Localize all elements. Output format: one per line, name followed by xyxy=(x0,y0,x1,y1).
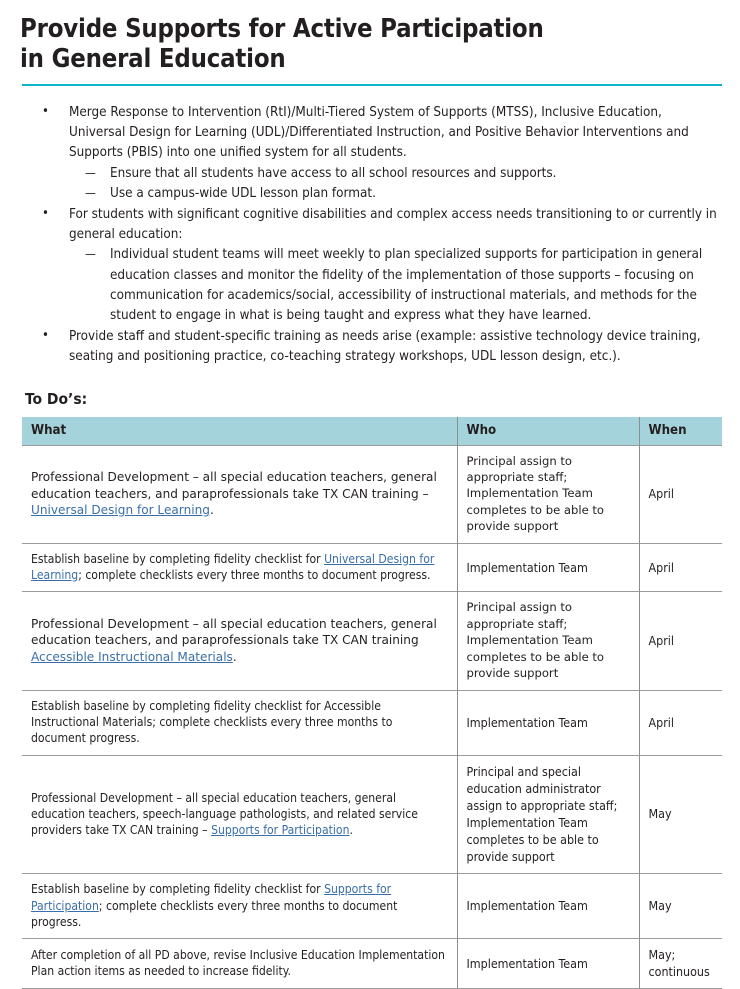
resource-link[interactable]: Supports for Participation xyxy=(31,882,391,912)
cell-what: Establish baseline by completing fidelit… xyxy=(22,542,458,592)
cell-what: Professional Development – all special e… xyxy=(22,591,458,691)
resource-link[interactable]: Supports for Participation xyxy=(211,823,349,837)
cell-who: Principal assign to appropriate staff; I… xyxy=(457,444,640,544)
document-page: Provide Supports for Active Participatio… xyxy=(0,0,740,989)
bullet-list: • Merge Response to Intervention (RtI)/Mu… xyxy=(23,103,720,368)
table-row: Establish baseline by completing fidelit… xyxy=(22,542,722,592)
cell-what: Establish baseline by completing fidelit… xyxy=(22,873,458,939)
cell-what: Professional Development – all special e… xyxy=(22,444,458,544)
column-header-who: Who xyxy=(457,416,640,446)
todo-heading: To Do’s: xyxy=(25,389,88,408)
dash-marker-icon: — xyxy=(85,186,96,201)
cell-when: May xyxy=(639,873,722,939)
bullet-item: • For students with significant cognitive… xyxy=(42,205,720,246)
page-title: Provide Supports for Active Participatio… xyxy=(20,14,720,75)
dash-marker-icon: — xyxy=(85,247,96,262)
bullet-text: Ensure that all students have access to … xyxy=(110,165,557,181)
table-row: After completion of all PD above, revise… xyxy=(22,938,722,989)
bullet-marker-icon: • xyxy=(42,327,49,343)
page-title-line2: in General Education xyxy=(20,44,286,75)
bullet-marker-icon: • xyxy=(42,205,49,221)
sub-bullet-item: — Ensure that all students have access to… xyxy=(85,164,720,184)
bullet-text: Use a campus-wide UDL lesson plan format… xyxy=(110,186,376,202)
cell-when: April xyxy=(639,444,722,544)
bullet-item: • Merge Response to Intervention (RtI)/Mu… xyxy=(42,103,720,164)
cell-what: After completion of all PD above, revise… xyxy=(22,938,458,989)
table-row: Professional Development – all special e… xyxy=(22,591,722,691)
resource-link[interactable]: Universal Design for Learning xyxy=(31,552,434,582)
cell-who: Principal and special education administ… xyxy=(457,754,640,874)
bullet-text: Provide staff and student-specific train… xyxy=(69,328,701,365)
bullet-item: • Provide staff and student-specific trai… xyxy=(42,327,720,368)
column-header-what: What xyxy=(22,416,458,446)
dash-marker-icon: — xyxy=(85,165,96,180)
bullet-text: Merge Response to Intervention (RtI)/Mul… xyxy=(69,104,689,161)
cell-when: April xyxy=(639,542,722,592)
cell-who: Implementation Team xyxy=(457,689,640,756)
cell-when: May xyxy=(639,754,722,874)
cell-who: Implementation Team xyxy=(457,542,640,592)
bullet-text: For students with significant cognitive … xyxy=(69,206,717,242)
title-divider xyxy=(22,83,722,86)
todo-table-body: Professional Development – all special e… xyxy=(22,444,722,989)
cell-when: April xyxy=(639,591,722,691)
table-row: Establish baseline by completing fidelit… xyxy=(22,873,722,939)
todo-table-header: What Who When xyxy=(22,416,722,446)
todo-table: What Who When Professional Development –… xyxy=(22,416,722,989)
cell-who: Implementation Team xyxy=(457,873,640,939)
page-title-line1: Provide Supports for Active Participatio… xyxy=(20,14,544,44)
cell-who: Principal assign to appropriate staff; I… xyxy=(457,591,640,691)
column-header-when: When xyxy=(639,416,722,446)
table-row: Establish baseline by completing fidelit… xyxy=(22,689,722,756)
resource-link[interactable]: Accessible Instructional Materials xyxy=(31,650,233,664)
cell-when: April xyxy=(639,689,722,756)
table-row: Professional Development – all special e… xyxy=(22,754,722,874)
bullet-text: Individual student teams will meet weekl… xyxy=(110,247,703,324)
sub-bullet-item: — Use a campus-wide UDL lesson plan forma… xyxy=(85,184,720,204)
cell-what: Establish baseline by completing fidelit… xyxy=(22,689,458,756)
cell-who: Implementation Team xyxy=(457,938,640,989)
bullet-marker-icon: • xyxy=(42,103,49,119)
cell-when: May; continuous xyxy=(639,938,722,989)
table-row: Professional Development – all special e… xyxy=(22,444,722,544)
sub-bullet-item: — Individual student teams will meet week… xyxy=(85,245,720,327)
cell-what: Professional Development – all special e… xyxy=(22,754,458,874)
resource-link[interactable]: Universal Design for Learning xyxy=(31,503,210,517)
table-header-row: What Who When xyxy=(22,416,722,446)
title-block: Provide Supports for Active Participatio… xyxy=(20,0,722,86)
